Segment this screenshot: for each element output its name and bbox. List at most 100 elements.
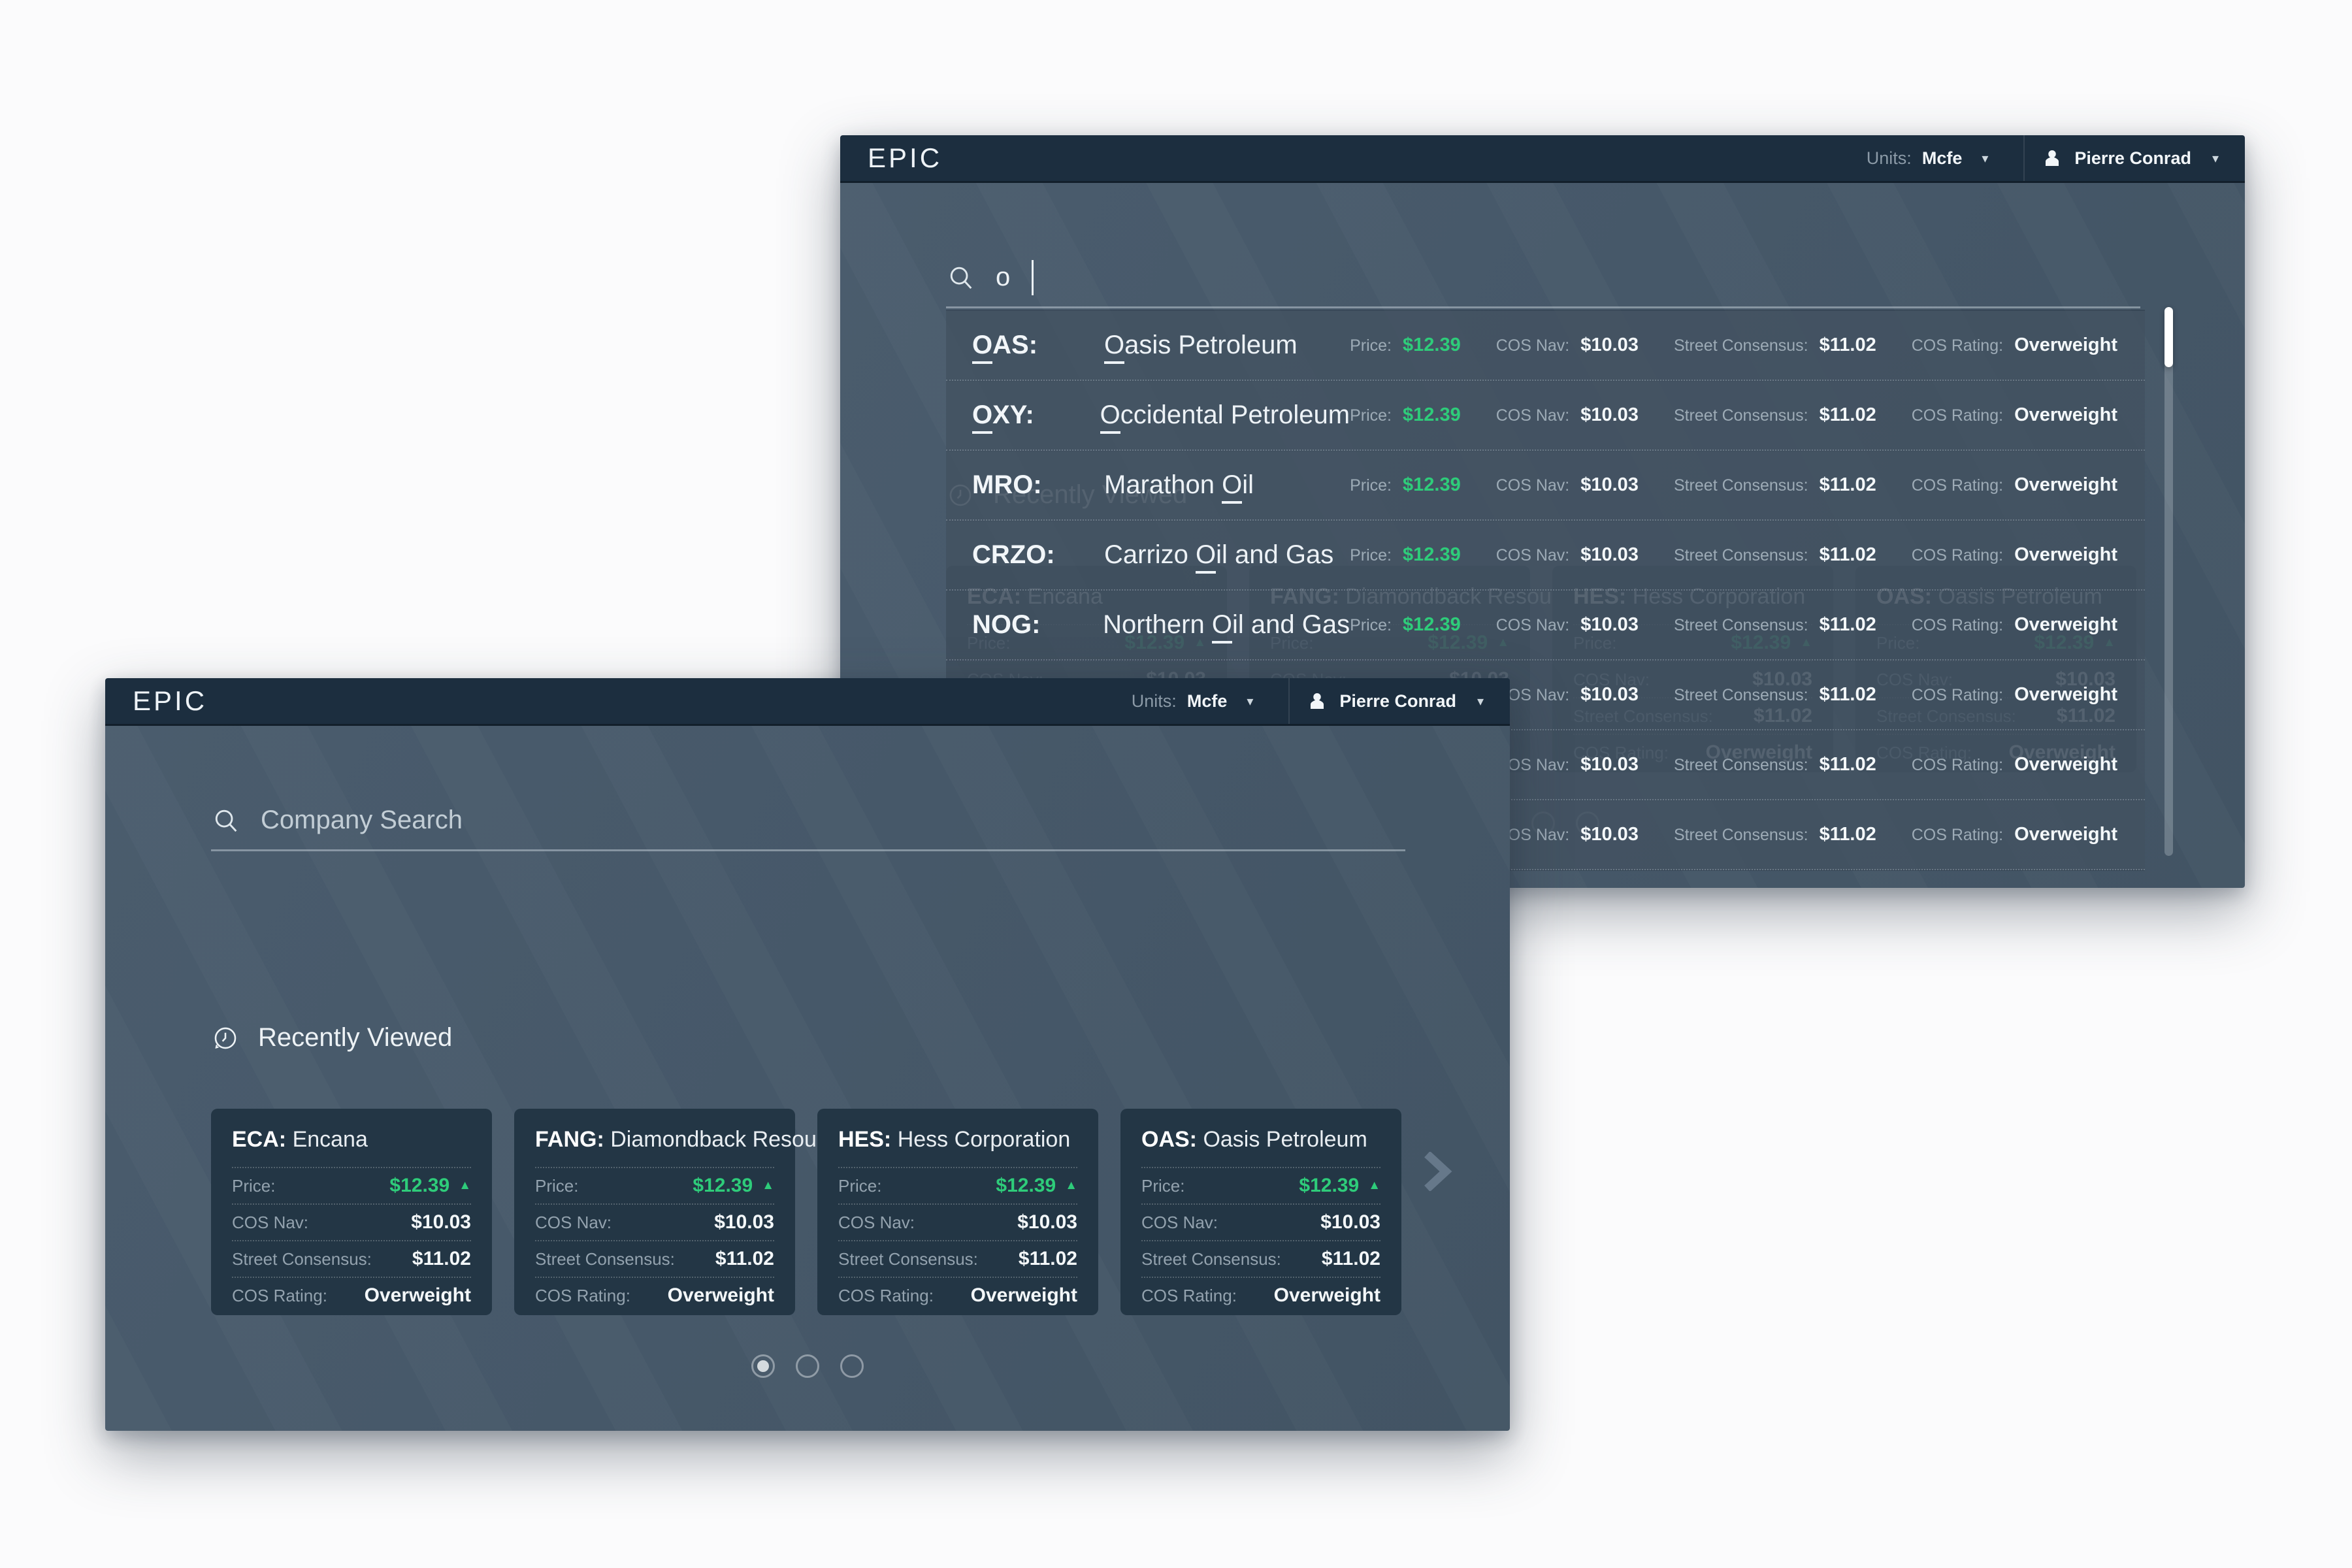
cos-nav-value: $10.03 [1580,544,1639,566]
street-consensus-label: Street Consensus: [838,1249,1019,1269]
search-result-row[interactable]: CRZO: Carrizo Oil and Gas Price:$12.39 C… [946,521,2145,591]
price-label: Price: [1350,616,1392,635]
cos-rating-label: COS Rating: [1141,1286,1274,1306]
price-value: $12.39 [1299,1175,1359,1197]
street-consensus-value: $11.02 [1019,1248,1077,1270]
app-header: EPIC Units: Mcfe ▾ Pierre Conrad ▾ [840,135,2245,183]
app-logo: EPIC [133,685,207,717]
price-label: Price: [1350,336,1392,355]
results-scrollbar-thumb[interactable] [2164,307,2173,367]
street-consensus-value: $11.02 [1820,614,1876,636]
cos-rating-label: COS Rating: [232,1286,365,1306]
cos-rating-label: COS Rating: [838,1286,971,1306]
cos-rating-value: Overweight [2014,404,2117,426]
search-query-text: o [996,263,1010,292]
cos-nav-label: COS Nav: [1496,616,1570,635]
result-metrics: Price:$12.39 COS Nav:$10.03 Street Conse… [1350,474,2117,496]
street-consensus-label: Street Consensus: [1674,336,1808,355]
search-input[interactable]: Company Search [211,791,1405,851]
street-consensus-label: Street Consensus: [1674,476,1808,495]
result-ticker: CRZO: [972,540,1082,570]
search-input[interactable]: o [946,248,2140,308]
recently-viewed-card[interactable]: FANG: Diamondback Resources Price: $12.3… [514,1109,795,1315]
price-value: $12.39 [693,1175,753,1197]
card-title: FANG: Diamondback Resources [535,1127,774,1152]
cos-rating-label: COS Rating: [1912,686,2003,705]
cos-nav-label: COS Nav: [535,1213,714,1233]
cos-rating-label: COS Rating: [1912,546,2003,565]
street-consensus-value: $11.02 [1820,404,1876,426]
price-up-icon: ▲ [459,1179,471,1193]
price-value: $12.39 [1403,474,1461,496]
cos-nav-label: COS Nav: [1496,476,1570,495]
price-value: $12.39 [389,1175,449,1197]
units-label: Units: [1867,148,1912,169]
price-up-icon: ▲ [1065,1179,1077,1193]
cos-rating-value: Overweight [2014,824,2117,845]
cos-nav-label: COS Nav: [1496,406,1570,425]
street-consensus-label: Street Consensus: [1674,826,1808,845]
user-menu[interactable]: Pierre Conrad ▾ [2042,135,2219,181]
units-label: Units: [1132,691,1177,711]
street-consensus-value: $11.02 [1820,684,1876,706]
cos-rating-value: Overweight [1274,1284,1380,1307]
cos-nav-value: $10.03 [1320,1211,1380,1233]
search-result-row[interactable]: MRO: Marathon Oil Price:$12.39 COS Nav:$… [946,451,2145,521]
cos-nav-label: COS Nav: [1496,336,1570,355]
recently-viewed-card[interactable]: HES: Hess Corporation Price: $12.39 ▲ CO… [817,1109,1098,1315]
result-company-name: Carrizo Oil and Gas [1104,540,1350,570]
carousel-next-button[interactable] [1422,1151,1455,1192]
cos-nav-label: COS Nav: [1141,1213,1320,1233]
card-ticker: ECA: [232,1127,286,1152]
card-company-name: Oasis Petroleum [1203,1127,1367,1152]
card-title: HES: Hess Corporation [838,1127,1077,1152]
cos-nav-value: $10.03 [1580,404,1639,426]
cos-rating-value: Overweight [971,1284,1077,1307]
carousel-dot[interactable] [840,1354,864,1378]
card-price-row: Price: $12.39 ▲ [232,1167,471,1203]
result-company-name: Oasis Petroleum [1104,331,1350,360]
results-scrollbar-track[interactable] [2164,307,2173,856]
card-street-consensus-row: Street Consensus: $11.02 [1141,1240,1380,1277]
search-result-row[interactable]: OAS: Oasis Petroleum Price:$12.39 COS Na… [946,311,2145,381]
card-street-consensus-row: Street Consensus: $11.02 [232,1240,471,1277]
page-content: Company Search Recently Viewed ECA: Enca… [105,726,1510,1431]
price-up-icon: ▲ [762,1179,774,1193]
result-ticker: MRO: [972,470,1082,500]
recently-viewed-section: Recently Viewed ECA: Encana Price: $12.3… [211,1023,1405,1315]
carousel-dot[interactable] [751,1354,775,1378]
units-dropdown[interactable]: Units: Mcfe ▾ [1857,135,1998,181]
result-company-name: Occidental Petroleum [1100,400,1350,430]
price-label: Price: [232,1176,389,1196]
search-result-row[interactable]: NOG: Northern Oil and Gas Price:$12.39 C… [946,591,2145,661]
card-cos-rating-row: COS Rating: Overweight [838,1277,1077,1313]
carousel-dot[interactable] [796,1354,819,1378]
recently-viewed-card[interactable]: OAS: Oasis Petroleum Price: $12.39 ▲ COS… [1120,1109,1401,1315]
cos-nav-value: $10.03 [1580,824,1639,845]
price-up-icon: ▲ [1368,1179,1380,1193]
street-consensus-value: $11.02 [412,1248,471,1270]
search-result-row[interactable]: OXY: Occidental Petroleum Price:$12.39 C… [946,381,2145,451]
search-icon [211,806,241,836]
cos-rating-label: COS Rating: [1912,406,2003,425]
cos-rating-value: Overweight [2014,754,2117,776]
street-consensus-label: Street Consensus: [1674,546,1808,565]
street-consensus-value: $11.02 [1820,754,1876,776]
cos-rating-value: Overweight [2014,614,2117,636]
recently-viewed-card[interactable]: ECA: Encana Price: $12.39 ▲ COS Nav: $10… [211,1109,492,1315]
user-menu[interactable]: Pierre Conrad ▾ [1307,678,1484,724]
cos-nav-value: $10.03 [1580,684,1639,706]
units-dropdown[interactable]: Units: Mcfe ▾ [1122,678,1263,724]
chevron-down-icon: ▾ [2212,150,2219,167]
chevron-down-icon: ▾ [1247,693,1253,710]
price-value: $12.39 [1403,614,1461,636]
cos-rating-label: COS Rating: [1912,476,2003,495]
app-logo: EPIC [868,142,942,174]
card-ticker: HES: [838,1127,891,1152]
street-consensus-label: Street Consensus: [232,1249,412,1269]
price-label: Price: [1141,1176,1299,1196]
person-icon [1307,691,1328,711]
units-value: Mcfe [1922,148,1963,169]
cos-nav-label: COS Nav: [838,1213,1017,1233]
street-consensus-value: $11.02 [1820,824,1876,845]
